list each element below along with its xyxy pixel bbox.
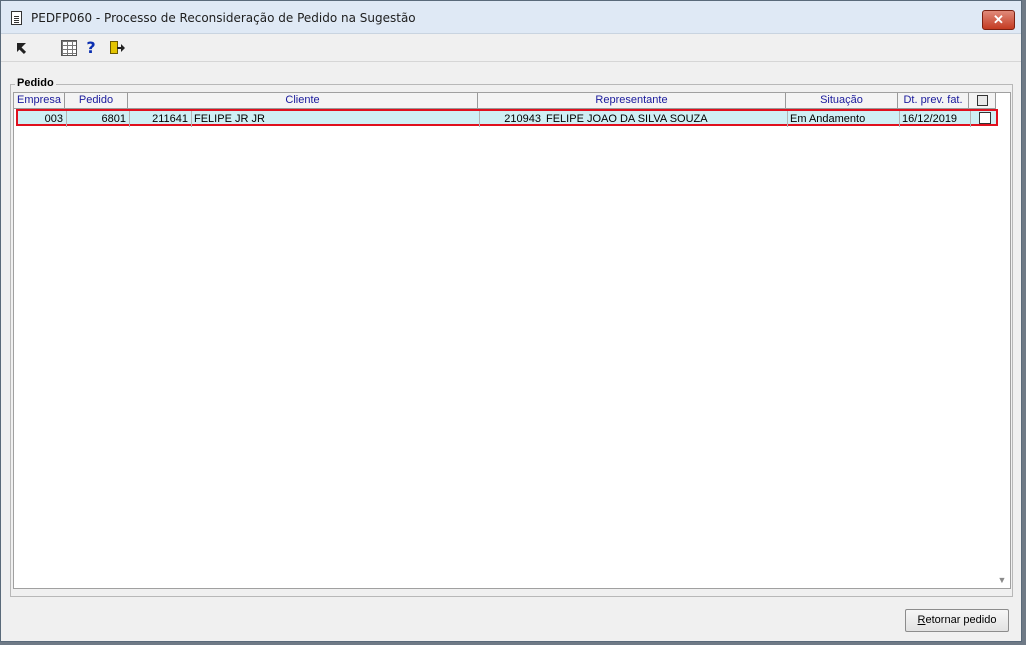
- group-label: Pedido: [15, 77, 56, 89]
- grid-icon[interactable]: [61, 40, 77, 56]
- cell-cliente-codigo: 211641: [130, 111, 192, 127]
- scroll-down-arrow[interactable]: ▼: [997, 575, 1007, 585]
- exit-icon[interactable]: [107, 40, 125, 56]
- col-header-situacao[interactable]: Situação: [786, 93, 898, 109]
- table-row[interactable]: 003 6801 211641 FELIPE JR JR 210943 FELI…: [16, 109, 998, 127]
- col-header-representante[interactable]: Representante: [478, 93, 786, 109]
- close-button[interactable]: ✕: [982, 10, 1015, 30]
- cell-representante-nome: FELIPE JOAO DA SILVA SOUZA: [544, 111, 788, 127]
- pedido-grid[interactable]: Empresa Pedido Cliente Representante Sit…: [13, 92, 1011, 589]
- select-all-checkbox[interactable]: [977, 95, 988, 106]
- cell-empresa: 003: [18, 111, 67, 127]
- document-icon: [11, 11, 22, 25]
- col-header-empresa[interactable]: Empresa: [14, 93, 65, 109]
- col-header-select-all[interactable]: [969, 93, 996, 109]
- cell-dt-prev-fat: 16/12/2019: [900, 111, 971, 127]
- row-checkbox[interactable]: [979, 112, 991, 124]
- cell-cliente-nome: FELIPE JR JR: [192, 111, 480, 127]
- retornar-label: etornar pedido: [925, 614, 997, 626]
- cell-pedido: 6801: [67, 111, 130, 127]
- arrow-shape: [117, 44, 125, 52]
- toolbar: ?: [1, 34, 1021, 62]
- window-title: PEDFP060 - Processo de Reconsideração de…: [31, 11, 416, 25]
- cell-representante-codigo: 210943: [504, 113, 541, 125]
- col-header-cliente[interactable]: Cliente: [128, 93, 478, 109]
- title-bar[interactable]: PEDFP060 - Processo de Reconsideração de…: [1, 1, 1021, 34]
- cell-situacao: Em Andamento: [788, 111, 900, 127]
- col-header-dt-prev-fat[interactable]: Dt. prev. fat.: [898, 93, 969, 109]
- retornar-accelerator: R: [917, 614, 926, 626]
- retornar-pedido-button[interactable]: Retornar pedido: [905, 609, 1009, 632]
- help-icon[interactable]: ?: [83, 40, 99, 56]
- col-header-pedido[interactable]: Pedido: [65, 93, 128, 109]
- cursor-icon[interactable]: [14, 40, 30, 56]
